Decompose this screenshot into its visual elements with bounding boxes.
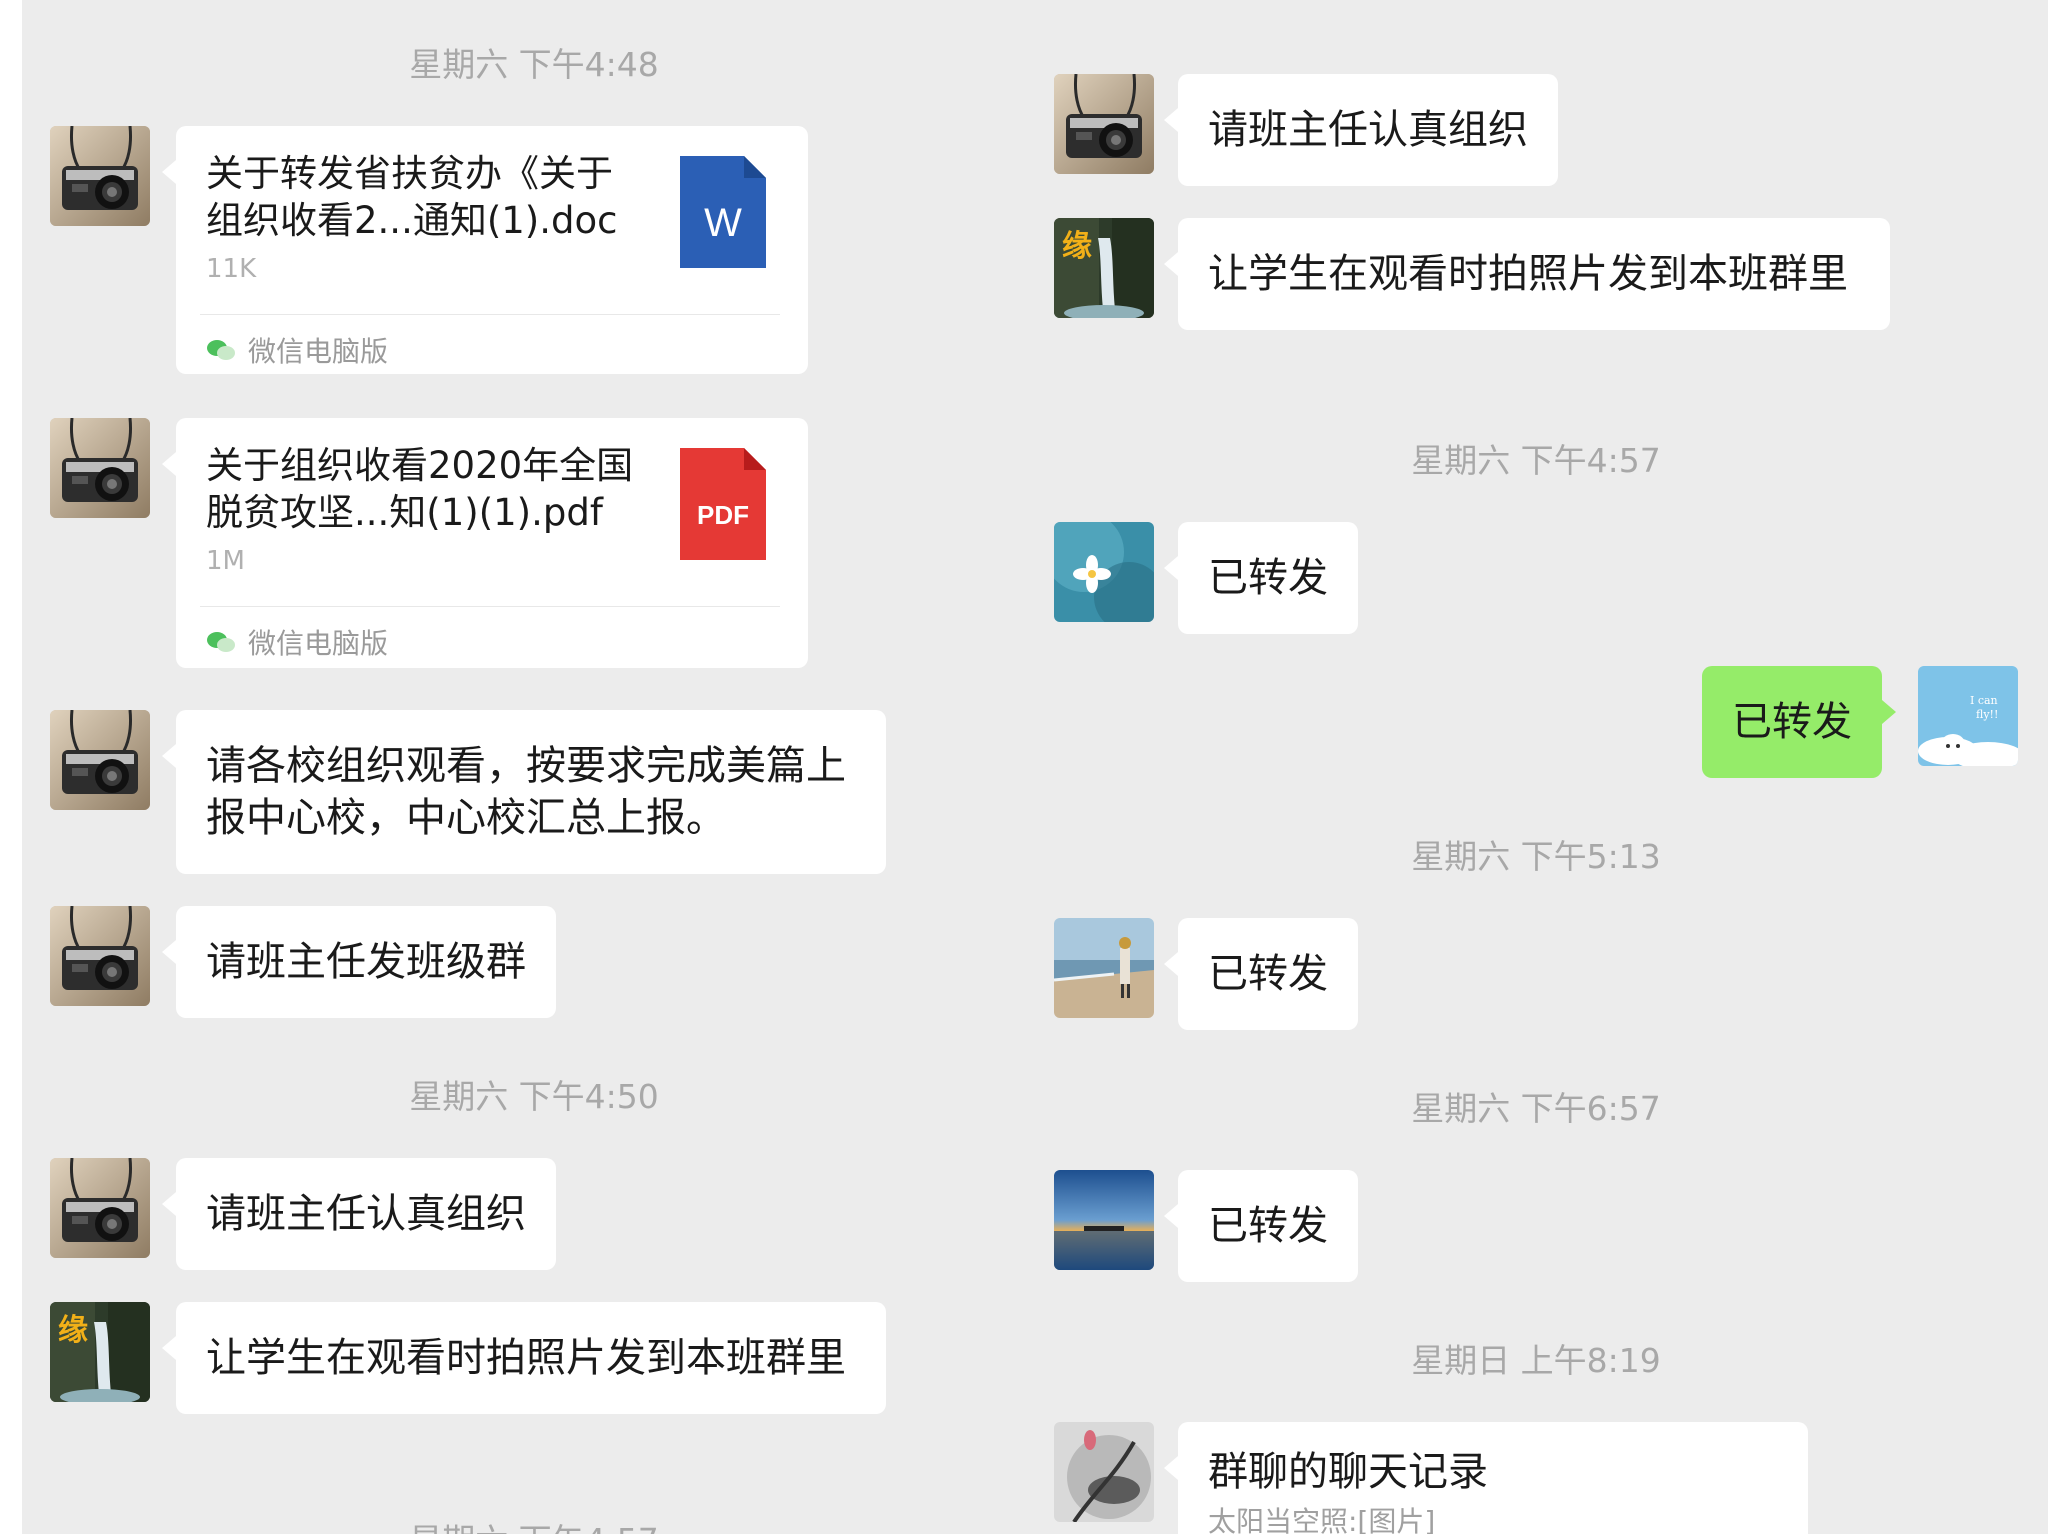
divider <box>200 314 780 315</box>
chat-record-card[interactable]: 群聊的聊天记录 太阳当空照:[图片] <box>1164 1422 1808 1534</box>
timestamp: 星期日 上午8:19 <box>1411 1341 1661 1380</box>
message-bubble[interactable]: 请班主任认真组织 <box>1164 74 1558 186</box>
file-size: 11K <box>206 254 257 284</box>
chat-panel-right: 请班主任认真组织 让学生在观看时拍照片发到本班群里 星期六 下午4:57 已转发… <box>1022 0 2048 1534</box>
my-message-bubble[interactable]: 已转发 <box>1702 666 1896 778</box>
avatar[interactable] <box>50 906 150 1006</box>
message-bubble[interactable]: 请各校组织观看，按要求完成美篇上报中心校，中心校汇总上报。 <box>162 710 886 874</box>
wechat-icon <box>207 340 235 360</box>
timestamp: 星期六 下午5:13 <box>1411 837 1661 876</box>
camera-avatar-image <box>50 1158 150 1258</box>
waterfall-avatar-image <box>50 1302 150 1402</box>
chat-panel-left: 星期六 下午4:48 关于转发省扶贫办《关于组织收看2...通知(1).doc … <box>22 0 1022 1534</box>
timestamp: 星期六 下午4:57 <box>1411 441 1661 480</box>
pdf-document-icon: PDF <box>680 448 766 560</box>
file-source: 微信电脑版 <box>206 622 388 662</box>
sky-avatar-image <box>1918 666 2018 766</box>
chat-record-title: 群聊的聊天记录 <box>1208 1449 1488 1495</box>
avatar[interactable] <box>1054 918 1154 1018</box>
my-avatar[interactable] <box>1918 666 2018 766</box>
beach-avatar-image <box>1054 918 1154 1018</box>
avatar[interactable] <box>50 710 150 810</box>
file-message-card[interactable]: 关于组织收看2020年全国脱贫攻坚...知(1)(1).pdf 1M PDF 微… <box>162 418 808 668</box>
message-bubble[interactable]: 已转发 <box>1164 918 1358 1030</box>
timestamp: 星期六 下午4:48 <box>409 45 659 84</box>
message-bubble[interactable]: 让学生在观看时拍照片发到本班群里 <box>162 1302 886 1414</box>
message-bubble[interactable]: 已转发 <box>1164 522 1358 634</box>
timestamp: 星期六 下午4:50 <box>409 1077 659 1116</box>
divider <box>200 606 780 607</box>
lotus-avatar-image <box>1054 1422 1154 1522</box>
camera-avatar-image <box>50 710 150 810</box>
file-source-label: 微信电脑版 <box>248 335 389 368</box>
word-document-icon: W <box>680 156 766 268</box>
avatar[interactable] <box>50 126 150 226</box>
message-bubble[interactable]: 请班主任认真组织 <box>162 1158 556 1270</box>
waterfall-avatar-image <box>1054 218 1154 318</box>
avatar[interactable] <box>1054 74 1154 174</box>
file-name: 关于转发省扶贫办《关于组织收看2...通知(1).doc <box>206 152 618 242</box>
file-source-label: 微信电脑版 <box>248 627 389 660</box>
camera-avatar-image <box>1054 74 1154 174</box>
avatar[interactable] <box>1054 1170 1154 1270</box>
camera-avatar-image <box>50 418 150 518</box>
file-message-card[interactable]: 关于转发省扶贫办《关于组织收看2...通知(1).doc 11K W 微信电脑版 <box>162 126 808 374</box>
timestamp: 星期六 下午4:57 <box>409 1514 659 1534</box>
avatar[interactable] <box>50 1158 150 1258</box>
message-bubble[interactable]: 让学生在观看时拍照片发到本班群里 <box>1164 218 1890 330</box>
file-source: 微信电脑版 <box>206 330 388 370</box>
file-size: 1M <box>206 546 245 576</box>
avatar[interactable] <box>50 1302 150 1402</box>
message-bubble[interactable]: 已转发 <box>1164 1170 1358 1282</box>
sunset-avatar-image <box>1054 1170 1154 1270</box>
svg-text:W: W <box>704 201 742 245</box>
flower-avatar-image <box>1054 522 1154 622</box>
camera-avatar-image <box>50 906 150 1006</box>
avatar[interactable] <box>1054 522 1154 622</box>
chat-record-preview: 太阳当空照:[图片] <box>1208 1505 1436 1534</box>
avatar[interactable] <box>1054 1422 1154 1522</box>
wechat-icon <box>207 632 235 652</box>
file-name: 关于组织收看2020年全国脱贫攻坚...知(1)(1).pdf <box>206 444 634 534</box>
message-bubble[interactable]: 请班主任发班级群 <box>162 906 556 1018</box>
avatar[interactable] <box>50 418 150 518</box>
svg-text:PDF: PDF <box>697 500 749 530</box>
timestamp: 星期六 下午6:57 <box>1411 1089 1661 1128</box>
camera-avatar-image <box>50 126 150 226</box>
avatar[interactable] <box>1054 218 1154 318</box>
